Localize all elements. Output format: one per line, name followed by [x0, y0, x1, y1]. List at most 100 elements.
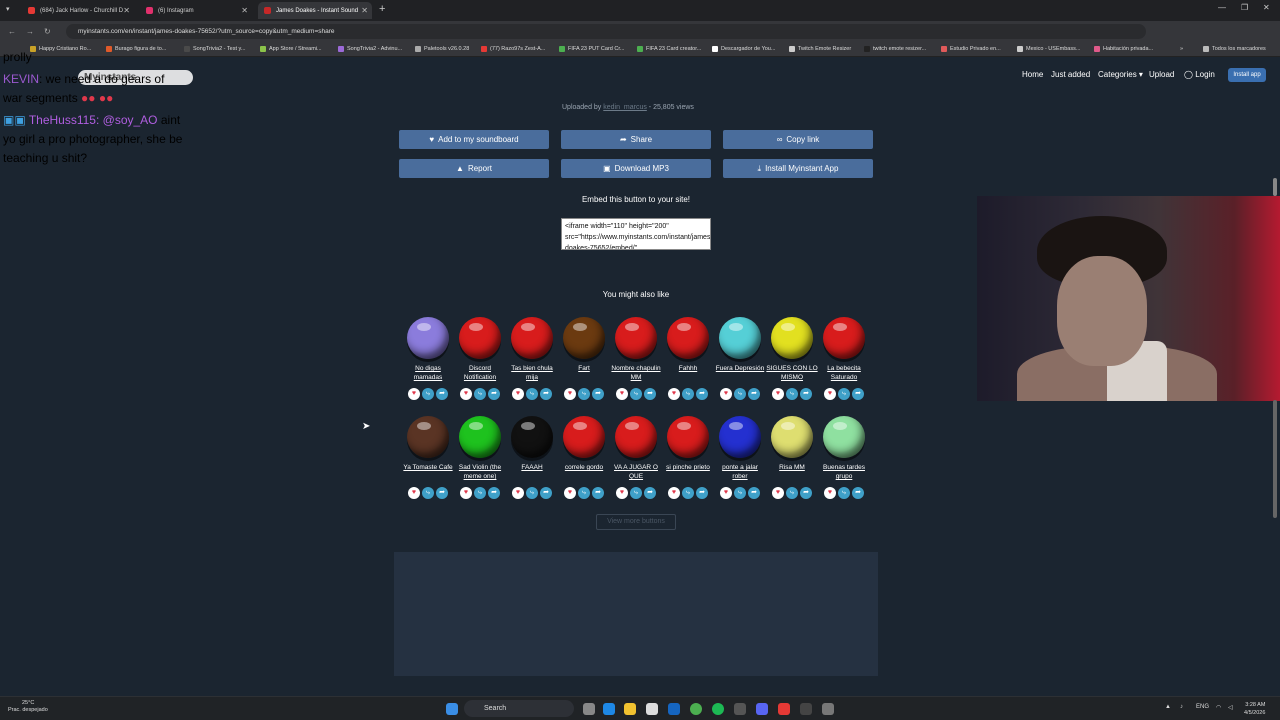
share-icon[interactable]: ⤷: [786, 487, 798, 499]
sound-play-button[interactable]: [511, 317, 553, 359]
nav-login[interactable]: ◯ Login: [1184, 70, 1215, 79]
bookmark-item[interactable]: Twitch Emote Resizer: [789, 46, 851, 52]
sound-label-link[interactable]: Discord Notification: [454, 364, 506, 384]
sound-play-button[interactable]: [615, 416, 657, 458]
task-view-icon[interactable]: [583, 703, 595, 715]
share-icon[interactable]: ⤷: [526, 388, 538, 400]
sound-label-link[interactable]: SIGUES CON LO MISMO: [766, 364, 818, 384]
forward-icon[interactable]: ➦: [748, 388, 760, 400]
sound-play-button[interactable]: [407, 317, 449, 359]
edge-icon[interactable]: [603, 703, 615, 715]
sound-label-link[interactable]: Buenas tardes grupo: [818, 463, 870, 483]
view-more-button[interactable]: View more buttons: [596, 514, 676, 530]
store-icon[interactable]: [646, 703, 658, 715]
url-field[interactable]: myinstants.com/en/instant/james-doakes-7…: [66, 24, 1146, 39]
favorite-heart-icon[interactable]: ♥: [668, 487, 680, 499]
sound-label-link[interactable]: Tas bien chula mija: [506, 364, 558, 384]
bookmark-item[interactable]: Happy Cristiano Ro...: [30, 46, 91, 52]
close-icon[interactable]: ✕: [123, 6, 130, 15]
back-icon[interactable]: ←: [8, 27, 16, 36]
nav-categories[interactable]: Categories ▾: [1098, 70, 1143, 79]
favorite-heart-icon[interactable]: ♥: [772, 487, 784, 499]
chrome-icon[interactable]: [690, 703, 702, 715]
bookmark-item[interactable]: FIFA 23 Card creator...: [637, 46, 701, 52]
forward-icon[interactable]: ➦: [644, 487, 656, 499]
forward-icon[interactable]: ➦: [696, 388, 708, 400]
sound-play-button[interactable]: [823, 317, 865, 359]
tab-youtube[interactable]: (684) Jack Harlow - Churchill D ✕: [22, 2, 134, 19]
tab-instagram[interactable]: (6) Instagram ✕: [140, 2, 252, 19]
bookmark-item[interactable]: App Store / Streami...: [260, 46, 322, 52]
clock[interactable]: 3:28 AM 4/5/2026: [1244, 701, 1265, 717]
share-icon[interactable]: ⤷: [578, 388, 590, 400]
forward-icon[interactable]: ➦: [800, 487, 812, 499]
download-mp3-button[interactable]: ▣ Download MP3: [561, 159, 711, 178]
sound-play-button[interactable]: [407, 416, 449, 458]
bookmark-item[interactable]: Mexico - USEmbass...: [1017, 46, 1080, 52]
bookmark-item[interactable]: SongTrivia2 - Advinu...: [338, 46, 402, 52]
forward-icon[interactable]: ➦: [800, 388, 812, 400]
taskbar-search[interactable]: Search: [464, 700, 574, 717]
sound-label-link[interactable]: La bebecita Saturado: [818, 364, 870, 384]
sound-label-link[interactable]: Ya Tomaste Cafe: [402, 463, 454, 483]
share-icon[interactable]: ⤷: [682, 487, 694, 499]
windows-start-icon[interactable]: [446, 703, 458, 715]
sound-label-link[interactable]: Sad Violin (the meme one): [454, 463, 506, 483]
share-icon[interactable]: ⤷: [838, 487, 850, 499]
add-to-soundboard-button[interactable]: ♥ Add to my soundboard: [399, 130, 549, 149]
bookmark-item[interactable]: twitch emote resizer...: [864, 46, 926, 52]
forward-icon[interactable]: ➦: [592, 388, 604, 400]
forward-icon[interactable]: →: [26, 27, 34, 36]
share-button[interactable]: ➦ Share: [561, 130, 711, 149]
favorite-heart-icon[interactable]: ♥: [408, 487, 420, 499]
bookmark-item[interactable]: Descargador de You...: [712, 46, 775, 52]
favorite-heart-icon[interactable]: ♥: [460, 487, 472, 499]
sound-label-link[interactable]: si pinche prieto: [662, 463, 714, 483]
report-button[interactable]: ▲ Report: [399, 159, 549, 178]
mail-icon[interactable]: [668, 703, 680, 715]
share-icon[interactable]: ⤷: [734, 487, 746, 499]
volume-icon[interactable]: ◁: [1228, 704, 1233, 711]
favorite-heart-icon[interactable]: ♥: [460, 388, 472, 400]
forward-icon[interactable]: ➦: [488, 388, 500, 400]
weather-widget[interactable]: 25°C Prac. despejado: [8, 700, 48, 714]
sound-play-button[interactable]: [771, 317, 813, 359]
favorite-heart-icon[interactable]: ♥: [408, 388, 420, 400]
sound-label-link[interactable]: Fart: [558, 364, 610, 384]
forward-icon[interactable]: ➦: [852, 388, 864, 400]
share-icon[interactable]: ⤷: [630, 487, 642, 499]
nav-home[interactable]: Home: [1022, 70, 1043, 79]
app-icon[interactable]: [822, 703, 834, 715]
install-app-button[interactable]: Install app: [1228, 68, 1266, 82]
favorite-heart-icon[interactable]: ♥: [720, 388, 732, 400]
mic-icon[interactable]: ♪: [1180, 704, 1183, 710]
more-bookmarks-icon[interactable]: »: [1180, 46, 1183, 52]
nav-just-added[interactable]: Just added: [1051, 70, 1090, 79]
share-icon[interactable]: ⤷: [786, 388, 798, 400]
forward-icon[interactable]: ➦: [852, 487, 864, 499]
music-icon[interactable]: [778, 703, 790, 715]
copy-link-button[interactable]: ∞ Copy link: [723, 130, 873, 149]
language-indicator[interactable]: ENG: [1196, 704, 1209, 710]
scrollbar-track[interactable]: [1273, 400, 1277, 518]
sound-play-button[interactable]: [667, 317, 709, 359]
favorite-heart-icon[interactable]: ♥: [720, 487, 732, 499]
sound-label-link[interactable]: ponte a jalar rober: [714, 463, 766, 483]
sound-label-link[interactable]: VA A JUGAR O QUE: [610, 463, 662, 483]
sound-label-link[interactable]: Fahhh: [662, 364, 714, 384]
sound-play-button[interactable]: [771, 416, 813, 458]
all-bookmarks[interactable]: Todos los marcadores: [1203, 46, 1266, 52]
bookmark-item[interactable]: Habitación privada...: [1094, 46, 1153, 52]
forward-icon[interactable]: ➦: [488, 487, 500, 499]
forward-icon[interactable]: ➦: [696, 487, 708, 499]
favorite-heart-icon[interactable]: ♥: [564, 388, 576, 400]
favorite-heart-icon[interactable]: ♥: [668, 388, 680, 400]
spotify-icon[interactable]: [712, 703, 724, 715]
bookmark-item[interactable]: Burago figura de to...: [106, 46, 166, 52]
file-explorer-icon[interactable]: [624, 703, 636, 715]
sound-label-link[interactable]: No digas mamadas: [402, 364, 454, 384]
forward-icon[interactable]: ➦: [644, 388, 656, 400]
forward-icon[interactable]: ➦: [540, 487, 552, 499]
sound-label-link[interactable]: correle gordo: [558, 463, 610, 483]
share-icon[interactable]: ⤷: [474, 388, 486, 400]
